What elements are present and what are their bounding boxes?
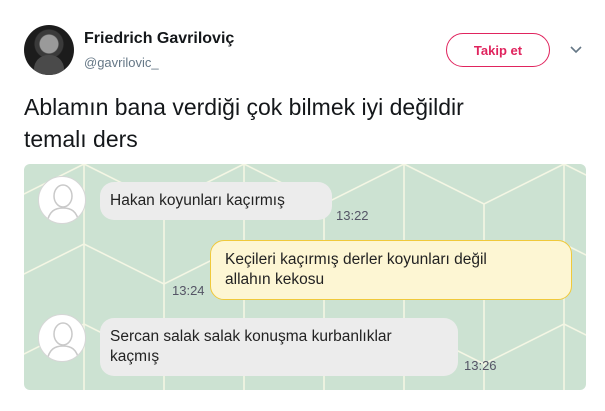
chevron-down-icon	[570, 46, 582, 54]
incoming-message-bubble[interactable]: Hakan koyunları kaçırmış	[100, 182, 332, 220]
follow-button[interactable]: Takip et	[446, 33, 550, 67]
message-text-line-2: allahın kekosu	[225, 271, 325, 288]
tweet-text-line-2: temalı ders	[24, 126, 138, 152]
more-options-button[interactable]	[566, 40, 586, 60]
person-icon	[46, 184, 80, 223]
message-text-line-1: Keçileri kaçırmış derler koyunları değil	[225, 251, 487, 268]
contact-avatar	[38, 176, 86, 224]
message-timestamp: 13:26	[464, 358, 497, 373]
message-text: Hakan koyunları kaçırmış	[110, 192, 285, 209]
person-icon	[46, 322, 80, 361]
message-timestamp: 13:22	[336, 208, 369, 223]
message-text-line-1: Sercan salak salak konuşma kurbanlıklar	[110, 328, 392, 345]
incoming-message-bubble[interactable]: Sercan salak salak konuşma kurbanlıklar …	[100, 318, 458, 376]
message-text-line-2: kaçmış	[110, 348, 160, 365]
tweet-text: Ablamın bana verdiği çok bilmek iyi deği…	[24, 91, 584, 155]
outgoing-message-bubble[interactable]: Keçileri kaçırmış derler koyunları değil…	[210, 240, 572, 300]
author-avatar[interactable]	[24, 25, 74, 75]
tweet-media-image[interactable]: Hakan koyunları kaçırmış 13:22 13:24 Keç…	[24, 164, 586, 390]
tweet-header: Friedrich Gavriloviç @gavrilovic_ Takip …	[0, 0, 605, 80]
author-handle[interactable]: @gavrilovic_	[84, 55, 159, 70]
contact-avatar	[38, 314, 86, 362]
message-timestamp: 13:24	[172, 283, 205, 298]
author-display-name[interactable]: Friedrich Gavriloviç	[84, 30, 234, 48]
tweet-text-line-1: Ablamın bana verdiği çok bilmek iyi deği…	[24, 94, 464, 120]
